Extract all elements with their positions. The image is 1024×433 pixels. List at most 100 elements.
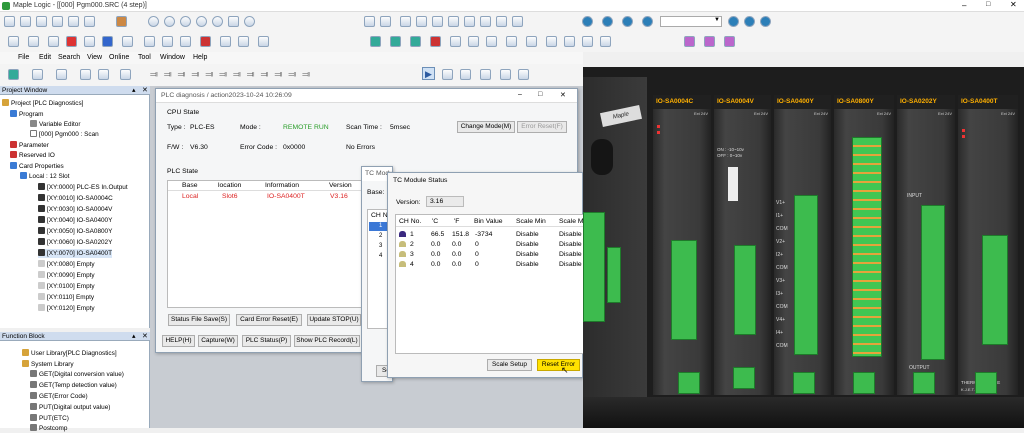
ladder-contact-icon[interactable]	[32, 69, 43, 80]
table-icon[interactable]	[180, 36, 191, 47]
ladder-nc-icon[interactable]	[56, 69, 67, 80]
table-row[interactable]: 2 0.0 0.0 0 Disable Disable	[396, 240, 585, 250]
ladder-select-icon[interactable]	[8, 69, 19, 80]
tree-card-properties[interactable]: Card Properties	[10, 162, 64, 171]
fb-postcomp[interactable]: Postcomp	[30, 424, 67, 433]
update-stop-button[interactable]: Update STOP(U)	[307, 314, 361, 326]
table-row[interactable]: 4 0.0 0.0 0 Disable Disable	[396, 260, 585, 270]
tree-slot-1[interactable]: [XY:0010] IO-SA0004C	[38, 194, 113, 203]
tree-slot-3[interactable]: [XY:0040] IO-SA0400Y	[38, 216, 112, 225]
online-icon[interactable]	[148, 16, 159, 27]
tree-local[interactable]: Local : 12 Slot	[20, 172, 70, 181]
fb-put-digital[interactable]: PUT(Digital output value)	[30, 403, 110, 412]
pause-icon[interactable]	[212, 16, 223, 27]
print-icon[interactable]	[228, 16, 239, 27]
paste-icon[interactable]	[432, 16, 443, 27]
chart-icon[interactable]	[486, 36, 497, 47]
window2-icon[interactable]	[704, 36, 715, 47]
menu-file[interactable]: File	[18, 54, 29, 61]
tree-slot-9[interactable]: [XY:0100] Empty	[38, 282, 95, 291]
table-row[interactable]: 1 66.5 151.8 -3734 Disable Disable	[396, 230, 585, 240]
find-icon[interactable]	[464, 16, 475, 27]
stop-icon[interactable]	[180, 16, 191, 27]
zoom-out-icon[interactable]	[602, 16, 613, 27]
minimize-button[interactable]: –	[962, 1, 966, 10]
fb-get-temp[interactable]: GET(Temp detection value)	[30, 381, 117, 390]
window-icon[interactable]	[684, 36, 695, 47]
plc-run-icon[interactable]	[370, 36, 381, 47]
menu-edit[interactable]: Edit	[39, 54, 51, 61]
upload-icon[interactable]	[84, 36, 95, 47]
tree-slot-10[interactable]: [XY:0110] Empty	[38, 293, 94, 302]
param-icon[interactable]	[468, 36, 479, 47]
table-row[interactable]: 3 0.0 0.0 0 Disable Disable	[396, 250, 585, 260]
window3-icon[interactable]	[724, 36, 735, 47]
show-plc-record-button[interactable]: Show PLC Record(L)	[294, 335, 360, 347]
export-icon[interactable]	[258, 36, 269, 47]
monitor2-icon[interactable]	[480, 69, 491, 80]
fb-pin-icon[interactable]: ▴	[132, 332, 136, 340]
fb-close-icon[interactable]: ✕	[142, 332, 148, 340]
tree-program[interactable]: Program	[10, 110, 44, 119]
connect-icon[interactable]	[430, 36, 441, 47]
menu-window[interactable]: Window	[160, 54, 185, 61]
ladder-coil-icon[interactable]	[80, 69, 91, 80]
plc-status-button[interactable]: PLC Status(P)	[242, 335, 291, 347]
close-button[interactable]: ✕	[1010, 0, 1017, 9]
open-file-icon[interactable]	[20, 16, 31, 27]
doc-icon[interactable]	[506, 36, 517, 47]
redo-icon[interactable]	[380, 16, 391, 27]
card-error-reset-button[interactable]: Card Error Reset(E)	[236, 314, 302, 326]
grid-icon[interactable]	[116, 16, 127, 27]
diag-minimize-icon[interactable]: –	[518, 91, 522, 98]
diag2-icon[interactable]	[546, 36, 557, 47]
diag-maximize-icon[interactable]: □	[538, 91, 542, 98]
zoom-in-icon[interactable]	[582, 16, 593, 27]
fb-get-error[interactable]: GET(Error Code)	[30, 392, 88, 401]
zoom-select[interactable]: ▼	[660, 16, 722, 27]
transfer-icon[interactable]	[102, 36, 113, 47]
menu-view[interactable]: View	[87, 54, 102, 61]
play-icon[interactable]: ▶	[422, 67, 435, 80]
menu-search[interactable]: Search	[58, 54, 80, 61]
tree-slot-5[interactable]: [XY:0060] IO-SA0202Y	[38, 238, 112, 247]
tree-project[interactable]: Project [PLC Diagnostics]	[2, 99, 83, 108]
save-icon[interactable]	[52, 16, 63, 27]
diag-icon[interactable]	[526, 36, 537, 47]
tree-variable-editor[interactable]: Variable Editor	[30, 120, 80, 129]
tools2-icon[interactable]	[582, 36, 593, 47]
copy-edit-icon[interactable]	[416, 16, 427, 27]
undo-icon[interactable]	[364, 16, 375, 27]
table-row[interactable]: Local Slot6 IO-SA0400T V3.16	[168, 192, 365, 202]
ladder-symbols[interactable]: ⫥⫥⫥⫥⫥⫥⫥⫥⫥⫥⫥⫥	[150, 69, 316, 80]
menu-tool[interactable]: Tool	[138, 54, 151, 61]
tools-icon[interactable]	[144, 36, 155, 47]
tree-slot-6[interactable]: [XY:0070] IO-SA0400T	[38, 249, 113, 258]
view3-icon[interactable]	[760, 16, 771, 27]
menu-online[interactable]: Online	[109, 54, 129, 61]
menu-help[interactable]: Help	[193, 54, 207, 61]
bookmark-icon[interactable]	[512, 16, 523, 27]
panel-close-icon[interactable]: ✕	[142, 86, 148, 94]
scale-setup-button[interactable]: Scale Setup	[487, 359, 532, 371]
tree-reserved-io[interactable]: Reserved IO	[10, 151, 55, 160]
fb-get-digital[interactable]: GET(Digital conversion value)	[30, 370, 124, 379]
zoom-fit-icon[interactable]	[622, 16, 633, 27]
plc-stop-icon[interactable]	[390, 36, 401, 47]
link-icon[interactable]	[28, 36, 39, 47]
fb-user-library[interactable]: User Library[PLC Diagnostics]	[22, 349, 117, 358]
monitor-icon[interactable]	[164, 16, 175, 27]
flag-icon[interactable]	[162, 36, 173, 47]
force-icon[interactable]	[500, 69, 511, 80]
new-file-icon[interactable]	[4, 16, 15, 27]
error-reset-button[interactable]: Error Reset(F)	[517, 121, 567, 133]
copy-icon[interactable]	[84, 16, 95, 27]
settings-icon[interactable]	[450, 36, 461, 47]
help-button[interactable]: HELP(H)	[162, 335, 195, 347]
view2-icon[interactable]	[744, 16, 755, 27]
change-mode-button[interactable]: Change Mode(M)	[457, 121, 515, 133]
fb-system-library[interactable]: System Library	[22, 360, 74, 369]
wrench-icon[interactable]	[48, 36, 59, 47]
ladder-func-icon[interactable]	[98, 69, 109, 80]
view-icon[interactable]	[728, 16, 739, 27]
